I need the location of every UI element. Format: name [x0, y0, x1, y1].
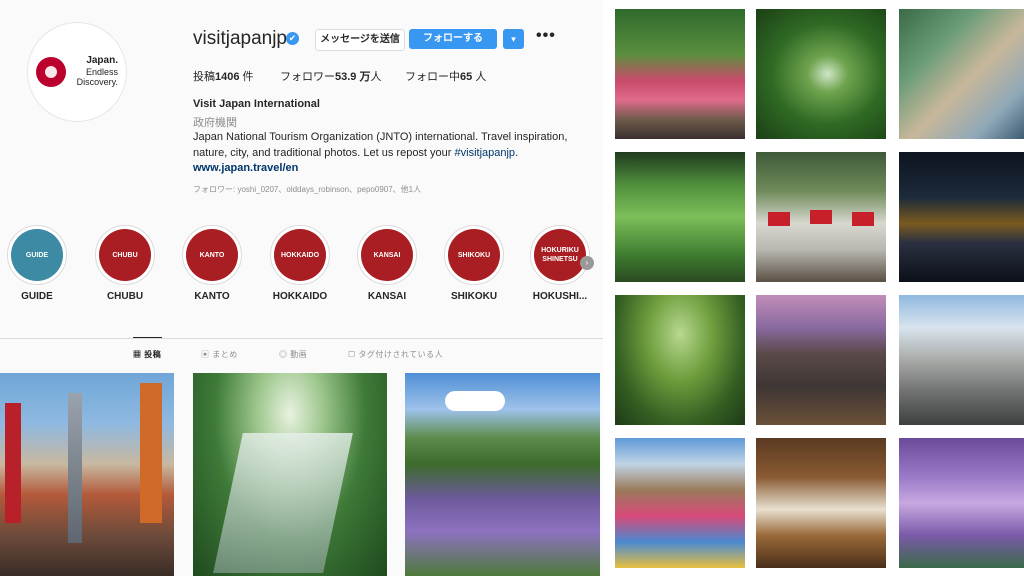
followers-count[interactable]: フォロワー53.9 万人	[280, 68, 381, 84]
post-stone-lanterns[interactable]	[899, 295, 1024, 425]
followers-unit: 人	[370, 71, 382, 83]
video-icon: ◎	[279, 350, 288, 359]
post-waterfall[interactable]	[756, 9, 886, 139]
tower-shape	[68, 393, 82, 543]
stream-shape	[213, 433, 353, 573]
verified-badge-icon: ✔	[286, 32, 299, 45]
followers-label: フォロワー	[280, 71, 335, 83]
highlight-ring: KANSAI	[357, 225, 417, 285]
highlight-guide[interactable]: GUIDE GUIDE	[5, 225, 69, 302]
tab-posts[interactable]: ▦ 投稿	[133, 349, 161, 360]
posts-unit: 件	[242, 71, 254, 83]
full-name: Visit Japan International	[193, 98, 320, 110]
grid-icon: ▦	[133, 350, 142, 359]
highlight-cover: KANTO	[186, 229, 238, 281]
highlight-label: GUIDE	[21, 291, 53, 302]
followed-by[interactable]: フォロワー: yoshi_0207、olddays_robinson、pepo0…	[193, 184, 421, 195]
following-count[interactable]: フォロー中65 人	[405, 68, 486, 84]
active-tab-indicator	[133, 337, 162, 338]
following-label: フォロー中	[405, 71, 460, 83]
highlight-label: HOKUSHI...	[532, 291, 588, 302]
posts-value: 1406	[215, 71, 240, 83]
guide-icon: ▣	[201, 350, 210, 359]
highlight-ring: GUIDE	[7, 225, 67, 285]
post-forest-pagoda[interactable]	[615, 295, 745, 425]
post-green-window[interactable]	[615, 152, 745, 282]
signboard-shape	[5, 403, 21, 523]
tab-tagged[interactable]: ☐ タグ付けされている人	[348, 349, 443, 360]
posts-count: 投稿1406 件	[193, 68, 254, 84]
tab-label: 動画	[290, 350, 308, 359]
highlight-label: KANSAI	[367, 291, 407, 302]
highlight-cover: CHUBU	[99, 229, 151, 281]
highlight-kanto[interactable]: KANTO KANTO	[180, 225, 244, 302]
tab-guides[interactable]: ▣ まとめ	[201, 349, 238, 360]
highlight-ring: HOKKAIDO	[270, 225, 330, 285]
following-value: 65	[460, 71, 473, 83]
highlight-chubu[interactable]: CHUBU CHUBU	[93, 225, 157, 302]
post-night-island[interactable]	[899, 152, 1024, 282]
highlight-cover: GUIDE	[11, 229, 63, 281]
bio-hashtag-link[interactable]: #visitjapanjp	[455, 147, 516, 159]
post-iris-field[interactable]	[405, 373, 600, 576]
tab-label: 投稿	[144, 350, 162, 359]
tagged-icon: ☐	[348, 350, 356, 359]
chevron-right-icon[interactable]: ›	[580, 256, 594, 270]
category: 政府機関	[193, 117, 237, 129]
highlight-shikoku[interactable]: SHIKOKU SHIKOKU	[442, 225, 506, 302]
website-link[interactable]: www.japan.travel/en	[193, 162, 298, 174]
avatar-text-3: Discovery.	[76, 77, 118, 87]
statue-bib-shape	[768, 212, 790, 226]
post-osaka-street[interactable]	[0, 373, 174, 576]
chevron-down-icon[interactable]: ▾	[503, 29, 524, 49]
post-wind-chimes[interactable]	[899, 9, 1024, 139]
followers-value: 53.9 万	[335, 71, 371, 83]
highlight-kansai[interactable]: KANSAI KANSAI	[355, 225, 419, 302]
username: visitjapanjp	[193, 28, 287, 49]
highlight-cover: HOKKAIDO	[274, 229, 326, 281]
message-button[interactable]: メッセージを送信	[315, 29, 405, 51]
post-wisteria[interactable]	[899, 438, 1024, 568]
cloud-shape	[445, 391, 505, 411]
post-rock-cliff[interactable]	[756, 295, 886, 425]
japan-logo-icon	[36, 57, 66, 87]
signboard-shape	[140, 383, 162, 523]
profile-panel: Japan. Endless Discovery. visitjapanjp ✔…	[0, 0, 603, 576]
highlight-cover: SHIKOKU	[448, 229, 500, 281]
highlight-label: SHIKOKU	[450, 291, 498, 302]
post-temple-azaleas[interactable]	[615, 9, 745, 139]
highlight-ring: SHIKOKU	[444, 225, 504, 285]
post-grid	[603, 0, 1024, 576]
highlight-hokkaido[interactable]: HOKKAIDO HOKKAIDO	[268, 225, 332, 302]
highlight-ring: CHUBU	[95, 225, 155, 285]
posts-label: 投稿	[193, 71, 215, 83]
highlight-label: CHUBU	[106, 291, 144, 302]
highlight-cover: HOKURIKU SHINETSU	[534, 229, 586, 281]
tabs-divider	[0, 338, 603, 339]
bio-end: .	[515, 147, 519, 159]
avatar[interactable]: Japan. Endless Discovery.	[27, 22, 127, 122]
highlight-label: KANTO	[194, 291, 230, 302]
highlight-label: HOKKAIDO	[272, 291, 328, 302]
tab-label: タグ付けされている人	[358, 350, 444, 359]
post-stream-forest[interactable]	[193, 373, 387, 576]
more-options-icon[interactable]: •••	[536, 27, 556, 45]
follow-button[interactable]: フォローする	[409, 29, 497, 49]
statue-bib-shape	[810, 210, 832, 224]
tab-label: まとめ	[212, 350, 238, 359]
highlight-ring: KANTO	[182, 225, 242, 285]
post-shrine-lanterns[interactable]	[756, 438, 886, 568]
post-sand-art[interactable]	[615, 438, 745, 568]
post-jizo-statues[interactable]	[756, 152, 886, 282]
tab-videos[interactable]: ◎ 動画	[279, 349, 307, 360]
following-unit: 人	[475, 71, 487, 83]
bio: Japan National Tourism Organization (JNT…	[193, 129, 603, 161]
highlight-cover: KANSAI	[361, 229, 413, 281]
avatar-text-1: Japan.	[86, 55, 118, 66]
highlight-ring: HOKURIKU SHINETSU	[530, 225, 590, 285]
statue-bib-shape	[852, 212, 874, 226]
avatar-text-2: Endless	[85, 67, 118, 77]
